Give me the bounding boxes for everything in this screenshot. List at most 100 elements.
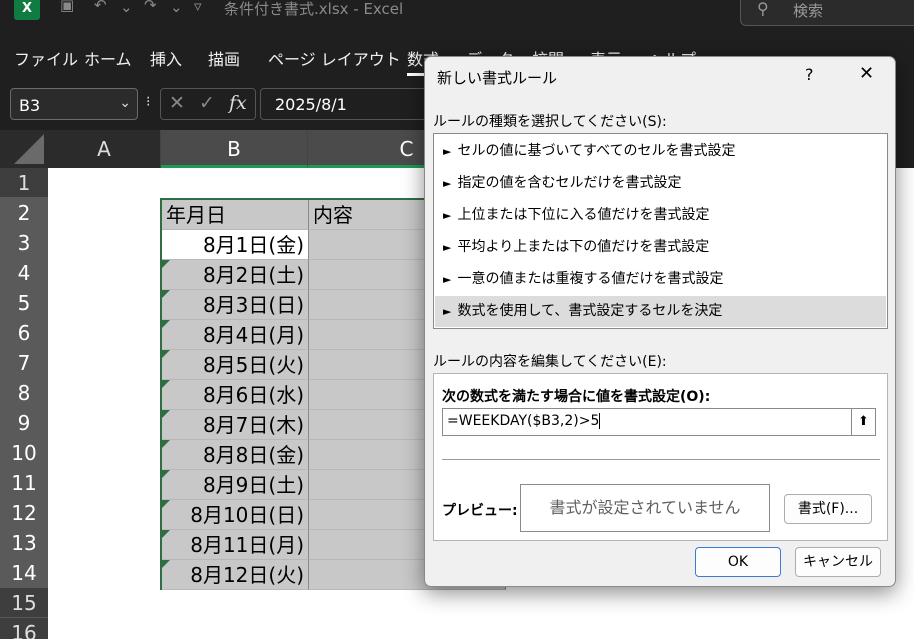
error-indicator-icon [162,410,170,418]
cancel-entry-icon[interactable]: ✕ [169,92,185,114]
row-header[interactable]: 6 [0,318,48,348]
select-all-corner[interactable] [0,130,48,168]
formula-bar-buttons: ✕ ✓ fx [160,88,256,120]
chevron-down-icon[interactable]: ⌄ [119,95,131,111]
rule-type-item[interactable]: ► 一意の値または重複する値だけを書式設定 [435,264,886,295]
row-header[interactable]: 14 [0,558,48,588]
name-box-value: B3 [19,96,41,115]
rule-type-item[interactable]: ► セルの値に基づいてすべてのセルを書式設定 [435,136,886,167]
row-header[interactable]: 16 [0,618,48,639]
formula-caption: 次の数式を満たす場合に値を書式設定(O): [442,389,711,405]
enter-entry-icon[interactable]: ✓ [199,92,215,114]
triangle-right-icon: ► [443,177,452,190]
error-indicator-icon [162,530,170,538]
error-indicator-icon [162,290,170,298]
row-header[interactable]: 8 [0,378,48,408]
date-cell[interactable]: 8月2日(土) [162,260,309,290]
date-cell[interactable]: 8月4日(月) [162,320,309,350]
rule-type-item[interactable]: ► 平均より上または下の値だけを書式設定 [435,232,886,263]
date-cell[interactable]: 8月11日(月) [162,530,309,560]
row-header[interactable]: 1 [0,168,48,198]
title-bar: X ▣ ↶ ⌄ ↷ ⌄ ▿ 条件付き書式.xlsx - Excel ⚲ 検索 [0,0,914,32]
row-header[interactable]: 7 [0,348,48,378]
preview-box: 書式が設定されていません [520,484,770,532]
triangle-right-icon: ► [443,209,452,222]
tab-page-layout[interactable]: ページ レイアウト [268,46,401,70]
error-indicator-icon [162,560,170,568]
new-formatting-rule-dialog: 新しい書式ルール ? ✕ ルールの種類を選択してください(S): ► セルの値に基… [424,56,896,587]
chevron-down-icon[interactable]: ⌄ [170,0,183,16]
collapse-dialog-icon[interactable]: ⬆ [851,409,875,435]
error-indicator-icon [162,440,170,448]
date-cell[interactable]: 8月12日(火) [162,560,309,590]
help-icon[interactable]: ? [805,65,814,84]
chevron-down-icon[interactable]: ⌄ [120,0,133,16]
tab-home[interactable]: ホーム [84,46,132,70]
error-indicator-icon [162,350,170,358]
rule-type-item-selected[interactable]: ► 数式を使用して、書式設定するセルを決定 [435,296,886,327]
format-button[interactable]: 書式(F)... [784,494,872,524]
error-indicator-icon [162,470,170,478]
rule-formula-value: =WEEKDAY($B3,2)>5 [447,413,601,429]
rule-type-list[interactable]: ► セルの値に基づいてすべてのセルを書式設定 ► 指定の値を含むセルだけを書式設定 … [433,133,888,329]
excel-app-icon: X [14,0,40,20]
tab-file[interactable]: ファイル [14,46,78,70]
more-options-icon[interactable]: ⁝ [146,94,150,110]
edit-rule-label: ルールの内容を編集してください(E): [433,354,667,370]
row-header[interactable]: 10 [0,438,48,468]
rule-edit-panel: 次の数式を満たす場合に値を書式設定(O): =WEEKDAY($B3,2)>5 … [433,373,888,541]
formula-value: 2025/8/1 [275,95,347,114]
row-header[interactable]: 13 [0,528,48,558]
undo-icon[interactable]: ↶ [94,0,107,14]
rule-formula-input[interactable]: =WEEKDAY($B3,2)>5 ⬆ [442,408,876,436]
error-indicator-icon [162,260,170,268]
cancel-button[interactable]: キャンセル [795,547,881,577]
row-header[interactable]: 12 [0,498,48,528]
triangle-right-icon: ► [443,145,452,158]
date-cell[interactable]: 8月3日(日) [162,290,309,320]
document-title: 条件付き書式.xlsx - Excel [224,0,404,18]
save-icon[interactable]: ▣ [60,0,74,14]
date-cell-active[interactable]: 8月1日(金) [162,230,309,260]
insert-function-icon[interactable]: fx [229,92,247,114]
formula-input[interactable]: 2025/8/1 [260,88,440,120]
divider [442,459,880,460]
name-box[interactable]: B3 ⌄ [10,88,138,120]
triangle-right-icon: ► [443,305,452,318]
dialog-title: 新しい書式ルール [437,69,558,87]
redo-icon[interactable]: ↷ [144,0,157,14]
search-icon: ⚲ [757,0,769,18]
column-header-b[interactable]: B [161,130,308,168]
row-header[interactable]: 11 [0,468,48,498]
close-icon[interactable]: ✕ [859,63,874,84]
row-header[interactable]: 4 [0,258,48,288]
date-cell[interactable]: 8月6日(水) [162,380,309,410]
row-header[interactable]: 5 [0,288,48,318]
row-header[interactable]: 9 [0,408,48,438]
header-cell-date[interactable]: 年月日 [162,200,309,230]
search-input[interactable]: ⚲ 検索 [740,0,914,26]
error-indicator-icon [162,380,170,388]
date-cell[interactable]: 8月9日(土) [162,470,309,500]
row-header[interactable]: 2 [0,198,48,228]
rule-type-item[interactable]: ► 上位または下位に入る値だけを書式設定 [435,200,886,231]
triangle-right-icon: ► [443,241,452,254]
date-cell[interactable]: 8月10日(日) [162,500,309,530]
tab-draw[interactable]: 描画 [208,46,240,70]
rule-type-label: ルールの種類を選択してください(S): [433,114,667,130]
error-indicator-icon [162,500,170,508]
error-indicator-icon [162,320,170,328]
preview-label: プレビュー: [442,503,518,519]
date-cell[interactable]: 8月7日(木) [162,410,309,440]
rule-type-item[interactable]: ► 指定の値を含むセルだけを書式設定 [435,168,886,199]
customize-icon[interactable]: ▿ [194,0,202,15]
row-header[interactable]: 15 [0,588,48,618]
tab-insert[interactable]: 挿入 [150,46,182,70]
row-header[interactable]: 3 [0,228,48,258]
column-header-a[interactable]: A [48,130,161,168]
search-placeholder: 検索 [793,2,824,20]
date-cell[interactable]: 8月8日(金) [162,440,309,470]
date-cell[interactable]: 8月5日(火) [162,350,309,380]
triangle-right-icon: ► [443,273,452,286]
ok-button[interactable]: OK [695,547,781,577]
